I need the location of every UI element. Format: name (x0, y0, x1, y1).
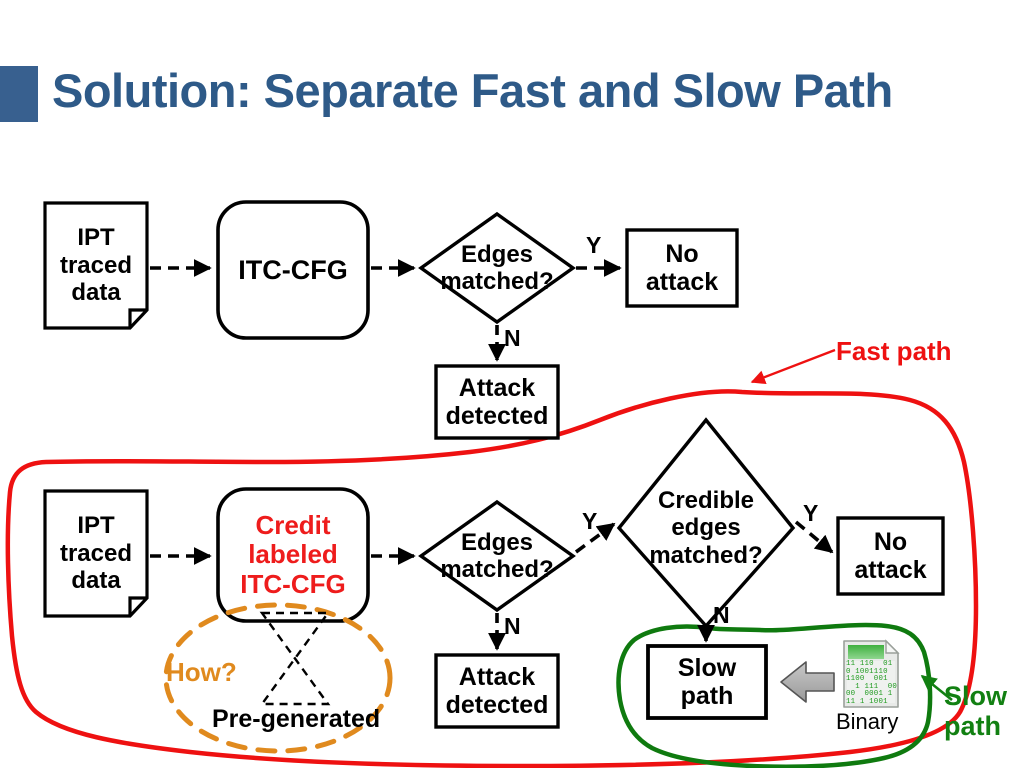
how-highlight-ellipse (163, 602, 393, 754)
pre-generated-bowtie (259, 611, 331, 706)
slow-path-arrow (920, 674, 953, 702)
attack-detected-top-shape (434, 364, 560, 440)
credit-itc-cfg-shape (216, 487, 370, 623)
no-attack-bottom-shape (836, 516, 945, 596)
binary-to-slowpath-arrow (780, 661, 835, 703)
edges-matched-bottom-shape (418, 499, 576, 613)
no-attack-top-shape (625, 228, 739, 308)
edges-matched-top-shape (418, 211, 576, 325)
slow-path-box-shape (646, 644, 768, 720)
attack-detected-bottom-shape (434, 653, 560, 729)
edge-edges-yes-to-credible (574, 522, 616, 554)
edge-credible-yes-to-noattack (794, 520, 834, 554)
itc-cfg-top-shape (216, 200, 370, 340)
credible-edges-matched-shape (616, 417, 796, 629)
fast-path-arrow (750, 348, 836, 385)
binary-file-icon: 11 110 01 0 1001110 1100 001 1 111 00 00… (842, 639, 900, 709)
